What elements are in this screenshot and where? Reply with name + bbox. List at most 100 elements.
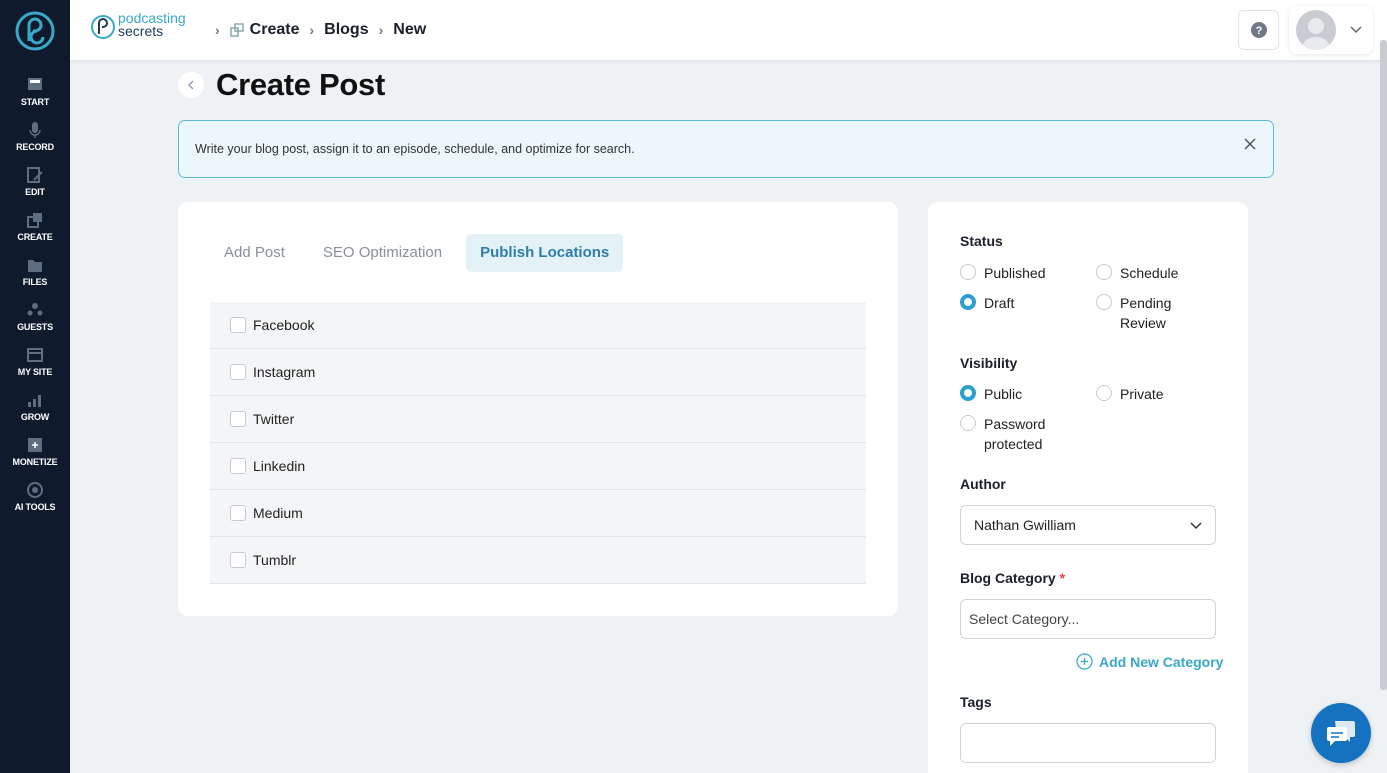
brand-line-2: secrets <box>118 23 164 39</box>
files-icon <box>28 260 42 272</box>
top-bar: podcasting secrets › Create › Blogs › Ne… <box>70 0 1387 60</box>
required-mark: * <box>1059 570 1066 586</box>
radio-dot-selected <box>960 294 976 310</box>
close-icon[interactable] <box>1243 137 1257 151</box>
location-label: Tumblr <box>253 552 297 568</box>
author-label: Author <box>960 476 1006 492</box>
facebook-checkbox[interactable] <box>230 317 246 333</box>
location-label: Instagram <box>253 364 316 380</box>
status-draft-radio[interactable]: Draft <box>960 293 1014 313</box>
question-icon: ? <box>1250 22 1267 38</box>
instagram-checkbox[interactable] <box>230 364 246 380</box>
radio-dot <box>960 264 976 280</box>
add-category-label: Add New Category <box>1099 653 1224 670</box>
sidebar-item-my-site[interactable]: MY SITE <box>0 346 70 386</box>
status-pending-review-radio[interactable]: Pending Review <box>1096 293 1186 333</box>
radio-label: Draft <box>984 295 1015 311</box>
breadcrumb-create[interactable]: Create <box>250 21 300 39</box>
app-logo-icon[interactable] <box>15 11 55 51</box>
location-label: Facebook <box>253 317 315 333</box>
plus-circle-icon <box>1076 653 1093 670</box>
post-editor-card: Add Post SEO Optimization Publish Locati… <box>178 202 898 616</box>
medium-checkbox[interactable] <box>230 505 246 521</box>
visibility-public-radio[interactable]: Public <box>960 384 1022 404</box>
sidebar-label: GUESTS <box>17 322 53 332</box>
avatar <box>1296 10 1336 50</box>
author-select[interactable]: Nathan Gwilliam <box>960 505 1216 545</box>
breadcrumb: › Create › Blogs › New <box>205 20 426 40</box>
back-button[interactable] <box>178 72 204 98</box>
tab-add-post[interactable]: Add Post <box>210 234 299 272</box>
chevron-right-icon: › <box>378 22 384 38</box>
sidebar-label: FILES <box>22 277 48 287</box>
sidebar-label: MY SITE <box>17 367 53 377</box>
list-item: Facebook <box>210 302 866 349</box>
breadcrumb-new: New <box>393 21 427 38</box>
list-item: Instagram <box>210 349 866 396</box>
visibility-private-radio[interactable]: Private <box>1096 384 1164 404</box>
chevron-left-icon <box>187 80 194 90</box>
status-schedule-radio[interactable]: Schedule <box>1096 263 1178 283</box>
chat-button[interactable] <box>1311 703 1371 763</box>
author-value: Nathan Gwilliam <box>974 517 1076 533</box>
sidebar-item-create[interactable]: CREATE <box>0 211 70 251</box>
tumblr-checkbox[interactable] <box>230 552 246 568</box>
microphone-icon <box>29 122 41 138</box>
alert-text: Write your blog post, assign it to an ep… <box>195 142 635 156</box>
location-label: Medium <box>253 505 303 521</box>
chevron-right-icon: › <box>215 22 220 38</box>
monetize-icon <box>28 438 42 452</box>
radio-dot <box>1096 264 1112 280</box>
radio-dot <box>1096 294 1112 310</box>
list-item: Linkedin <box>210 443 866 490</box>
sidebar-item-ai-tools[interactable]: AI TOOLS <box>0 481 70 521</box>
sidebar-label: CREATE <box>17 232 53 242</box>
sidebar-label: START <box>20 97 50 107</box>
category-placeholder: Select Category... <box>969 611 1080 627</box>
breadcrumb-blogs[interactable]: Blogs <box>324 21 368 39</box>
grow-icon <box>28 395 41 407</box>
blog-category-label: Blog Category * <box>960 570 1065 586</box>
sidebar-label: RECORD <box>16 142 54 152</box>
tab-seo-optimization[interactable]: SEO Optimization <box>309 234 456 272</box>
sidebar-item-grow[interactable]: GROW <box>0 391 70 431</box>
category-select[interactable]: Select Category... <box>960 599 1216 639</box>
tab-bar: Add Post SEO Optimization Publish Locati… <box>210 234 633 272</box>
help-button[interactable]: ? <box>1238 10 1279 50</box>
scrollbar[interactable] <box>1380 40 1387 690</box>
radio-label: Private <box>1120 386 1164 402</box>
sidebar-item-edit[interactable]: EDIT <box>0 166 70 206</box>
linkedin-checkbox[interactable] <box>230 458 246 474</box>
brand-name: podcasting secrets <box>118 11 186 39</box>
sidebar-label: AI TOOLS <box>14 502 56 512</box>
sidebar-item-monetize[interactable]: MONETIZE <box>0 436 70 476</box>
radio-label: Public <box>984 386 1023 402</box>
sidebar-item-record[interactable]: RECORD <box>0 121 70 161</box>
user-menu[interactable] <box>1289 6 1373 54</box>
visibility-label: Visibility <box>960 355 1018 371</box>
sidebar-item-files[interactable]: FILES <box>0 256 70 296</box>
blog-category-text: Blog Category <box>960 570 1056 586</box>
chevron-down-icon <box>1190 522 1202 530</box>
start-icon <box>28 78 42 90</box>
page-title: Create Post <box>216 67 385 102</box>
location-label: Twitter <box>253 411 295 427</box>
twitter-checkbox[interactable] <box>230 411 246 427</box>
sidebar-item-guests[interactable]: GUESTS <box>0 301 70 341</box>
list-item: Tumblr <box>210 537 866 584</box>
tab-publish-locations[interactable]: Publish Locations <box>466 234 624 272</box>
status-label: Status <box>960 233 1003 249</box>
my-site-icon <box>27 348 43 362</box>
create-icon <box>27 213 42 228</box>
podcasting-logo-icon <box>91 15 115 39</box>
sidebar: START RECORD EDIT CREATE FILES GUESTS MY… <box>0 0 70 773</box>
add-new-category-button[interactable]: Add New Category <box>1076 653 1223 670</box>
sidebar-item-start[interactable]: START <box>0 76 70 116</box>
tags-input[interactable] <box>960 723 1216 763</box>
visibility-password-radio[interactable]: Password protected <box>960 414 1070 454</box>
brand-logo[interactable]: podcasting secrets <box>90 11 200 42</box>
list-item: Twitter <box>210 396 866 443</box>
sidebar-label: MONETIZE <box>12 457 58 467</box>
radio-dot <box>1096 385 1112 401</box>
status-published-radio[interactable]: Published <box>960 263 1046 283</box>
